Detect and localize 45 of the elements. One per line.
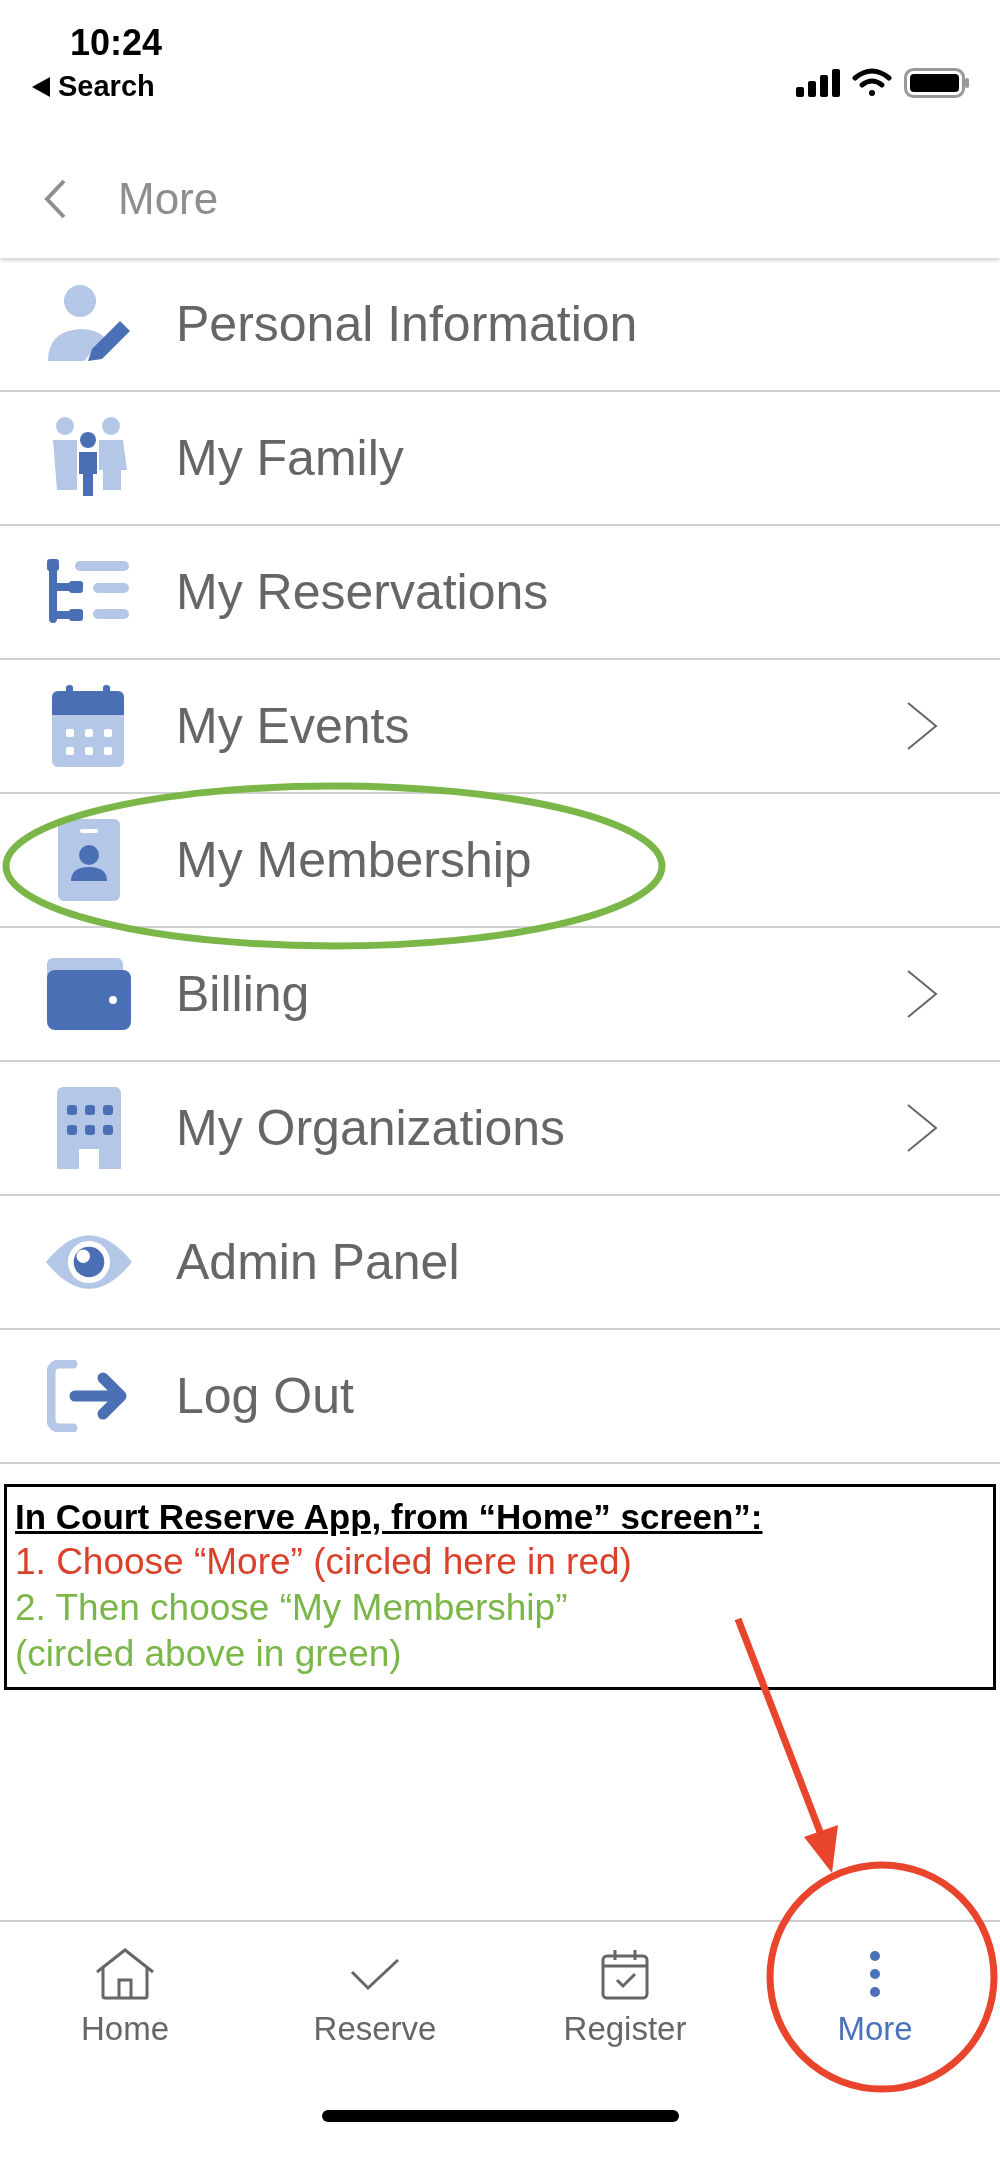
menu-item[interactable]: My Family <box>0 392 1000 526</box>
tab-bar-item[interactable]: Reserve <box>250 1940 500 2056</box>
wifi-icon <box>852 68 892 98</box>
building-icon <box>57 1087 121 1169</box>
instruction-step: 1. Choose “More” (circled here in red) <box>15 1541 985 1583</box>
status-time: 10:24 <box>70 22 163 64</box>
menu-item[interactable]: Billing <box>0 928 1000 1062</box>
page-title: More <box>118 174 219 224</box>
home-icon <box>95 1948 155 2000</box>
back-to-app-link[interactable]: Search <box>58 70 155 103</box>
menu-item[interactable]: My Organizations <box>0 1062 1000 1196</box>
more-vertical-icon <box>869 1948 881 2000</box>
instruction-step: (circled above in green) <box>15 1633 985 1675</box>
tab-bar-item[interactable]: Home <box>0 1940 250 2056</box>
menu-item[interactable]: Admin Panel <box>0 1196 1000 1330</box>
tree-list-icon <box>47 559 131 625</box>
id-badge-icon <box>58 819 120 901</box>
menu-item-label: My Reservations <box>176 563 550 621</box>
menu-item-label: My Events <box>176 697 411 755</box>
menu-item-label: My Membership <box>176 831 533 889</box>
menu-item-label: My Organizations <box>176 1099 567 1157</box>
menu-item[interactable]: Personal Information <box>0 258 1000 392</box>
signal-icon <box>796 69 840 97</box>
menu-item[interactable]: My Membership <box>0 794 1000 928</box>
chevron-right-icon <box>906 969 938 1019</box>
menu-item[interactable]: Log Out <box>0 1330 1000 1464</box>
tab-bar-item[interactable]: Register <box>500 1940 750 2056</box>
calendar-icon <box>52 685 126 767</box>
instruction-title: In Court Reserve App, from “Home” screen”: <box>15 1497 764 1537</box>
menu-item-label: Personal Information <box>176 295 639 353</box>
chevron-right-icon <box>906 1103 938 1153</box>
back-triangle-icon <box>32 76 50 97</box>
menu-item-label: Admin Panel <box>176 1233 461 1291</box>
menu-item[interactable]: My Events <box>0 660 1000 794</box>
back-chevron-icon[interactable] <box>44 179 66 219</box>
instruction-step: 2. Then choose “My Membership” <box>15 1587 985 1629</box>
battery-icon <box>904 68 970 98</box>
menu-item[interactable]: My Reservations <box>0 526 1000 660</box>
menu-item-label: Billing <box>176 965 311 1023</box>
menu-item-label: Log Out <box>176 1367 355 1425</box>
chevron-right-icon <box>906 701 938 751</box>
wallet-icon <box>47 958 131 1030</box>
menu-item-label: My Family <box>176 429 405 487</box>
calendar-check-icon <box>601 1948 649 2000</box>
tab-bar-item[interactable]: More <box>750 1940 1000 2056</box>
